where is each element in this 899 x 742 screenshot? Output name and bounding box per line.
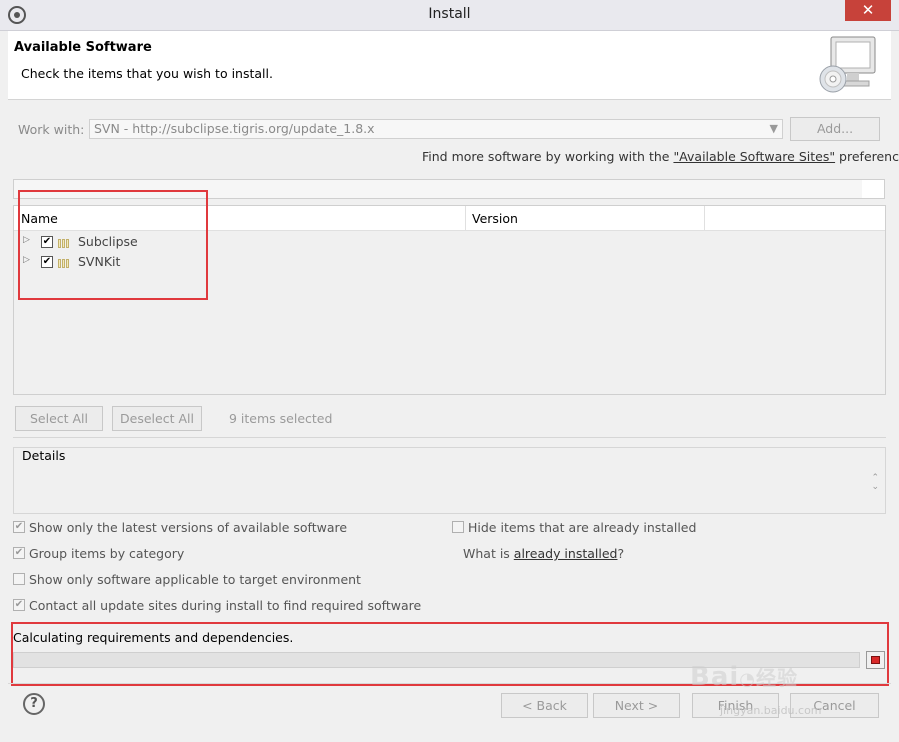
option-label: Show only the latest versions of availab… bbox=[29, 520, 348, 535]
column-version-header[interactable]: Version bbox=[472, 211, 518, 226]
back-button[interactable]: < Back bbox=[501, 693, 588, 718]
page-subtitle: Check the items that you wish to install… bbox=[21, 66, 273, 81]
what-is-prefix: What is bbox=[463, 546, 514, 561]
column-separator[interactable] bbox=[465, 206, 466, 230]
find-more-prefix: Find more software by working with the bbox=[422, 149, 674, 164]
work-with-combo[interactable]: SVN - http://subclipse.tigris.org/update… bbox=[89, 119, 783, 139]
next-button[interactable]: Next > bbox=[593, 693, 680, 718]
page-title: Available Software bbox=[14, 40, 152, 55]
title-bar: Install ✕ bbox=[0, 0, 899, 31]
add-site-button[interactable]: Add... bbox=[790, 117, 880, 141]
latest-versions-checkbox[interactable]: ✔ bbox=[13, 521, 25, 533]
watermark-main: Bai bbox=[690, 662, 740, 692]
available-software-sites-link[interactable]: "Available Software Sites" bbox=[673, 149, 835, 164]
already-installed-link[interactable]: already installed bbox=[514, 546, 618, 561]
watermark-url: jingyan.baidu.com bbox=[720, 704, 822, 717]
help-icon[interactable]: ? bbox=[23, 693, 45, 715]
find-more-text: Find more software by working with the "… bbox=[422, 149, 899, 164]
close-button[interactable]: ✕ bbox=[845, 0, 891, 21]
highlight-box-tree bbox=[18, 190, 208, 300]
items-selected-count: 9 items selected bbox=[229, 411, 333, 426]
divider bbox=[13, 437, 886, 438]
option-label: Show only software applicable to target … bbox=[29, 572, 361, 587]
details-group: Details ⌃ ⌄ bbox=[13, 447, 886, 514]
filter-clear-area[interactable] bbox=[862, 180, 884, 198]
details-label: Details bbox=[22, 448, 66, 463]
target-environment-checkbox[interactable] bbox=[13, 573, 25, 585]
option-label: Group items by category bbox=[29, 546, 185, 561]
watermark-cn: 经验 bbox=[756, 666, 798, 690]
what-is-installed-text: What is already installed? bbox=[463, 546, 624, 561]
work-with-label: Work with: bbox=[18, 122, 85, 137]
wizard-header: Available Software Check the items that … bbox=[8, 31, 891, 100]
window-title: Install bbox=[428, 6, 471, 22]
watermark-logo: Bai◔经验 bbox=[690, 662, 798, 692]
install-monitor-cd-icon bbox=[819, 36, 876, 93]
work-with-value: SVN - http://subclipse.tigris.org/update… bbox=[94, 121, 375, 136]
chevron-down-icon[interactable]: ▼ bbox=[770, 122, 778, 135]
column-separator[interactable] bbox=[704, 206, 705, 230]
hide-installed-checkbox[interactable] bbox=[452, 521, 464, 533]
contact-sites-checkbox[interactable]: ✔ bbox=[13, 599, 25, 611]
select-all-button[interactable]: Select All bbox=[15, 406, 103, 431]
option-label: Contact all update sites during install … bbox=[29, 598, 422, 613]
option-label: Hide items that are already installed bbox=[468, 520, 697, 535]
details-scroll-icon[interactable]: ⌃ ⌄ bbox=[871, 474, 879, 492]
find-more-suffix: preferences. bbox=[839, 149, 899, 164]
group-by-category-checkbox[interactable]: ✔ bbox=[13, 547, 25, 559]
deselect-all-button[interactable]: Deselect All bbox=[112, 406, 202, 431]
what-is-suffix: ? bbox=[617, 546, 625, 561]
